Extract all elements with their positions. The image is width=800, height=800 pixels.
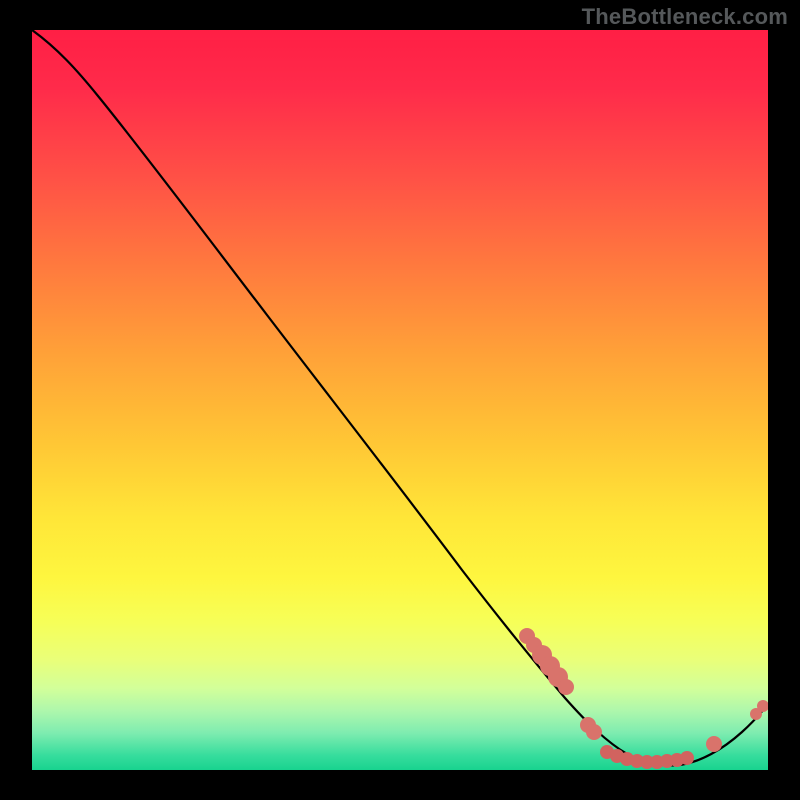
data-point [680, 751, 694, 765]
data-points [519, 628, 768, 769]
data-point [586, 724, 602, 740]
plot-area [32, 30, 768, 770]
data-point [706, 736, 722, 752]
watermark-text: TheBottleneck.com [582, 4, 788, 30]
chart-svg [32, 30, 768, 770]
data-point [558, 679, 574, 695]
bottleneck-curve [32, 30, 768, 766]
chart-frame: TheBottleneck.com [0, 0, 800, 800]
